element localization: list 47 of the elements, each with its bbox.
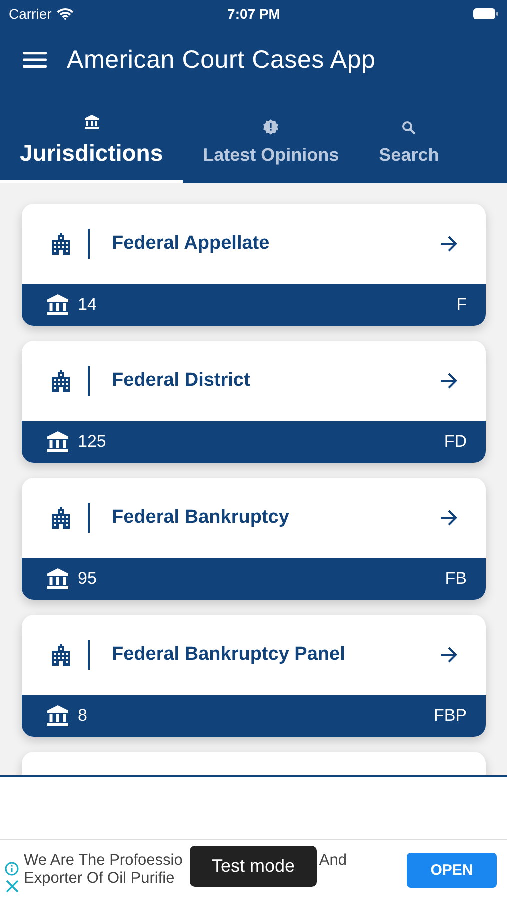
arrow-right-icon: [440, 647, 458, 663]
court-count: 14: [78, 295, 98, 315]
jurisdiction-code: FBP: [434, 706, 467, 726]
info-icon[interactable]: [5, 862, 19, 876]
carrier-label: Carrier: [9, 6, 52, 22]
alert-badge-icon: [263, 119, 280, 135]
jurisdiction-code: F: [456, 295, 467, 315]
jurisdiction-name: Federal Bankruptcy Panel: [112, 644, 346, 666]
battery-icon: [472, 8, 499, 20]
menu-button[interactable]: [23, 51, 47, 69]
jurisdiction-card[interactable]: Federal District 125 FD: [22, 341, 486, 463]
bank-icon: [46, 704, 70, 728]
bank-icon: [84, 114, 100, 130]
jurisdiction-name: Federal Appellate: [112, 233, 271, 255]
court-count: 125: [78, 432, 108, 452]
building-icon: [50, 644, 72, 666]
building-icon: [50, 507, 72, 529]
bank-icon: [46, 567, 70, 591]
jurisdiction-code: FD: [444, 432, 467, 452]
search-icon: [402, 121, 416, 135]
arrow-right-icon: [440, 373, 458, 389]
bank-icon: [46, 293, 70, 317]
jurisdiction-card[interactable]: Federal Appellate 14 F: [22, 204, 486, 326]
ad-text: And: [319, 852, 347, 870]
jurisdiction-name: Federal District: [112, 370, 252, 392]
arrow-right-icon: [440, 510, 458, 526]
ad-text: Exporter Of Oil Purifie: [24, 870, 176, 888]
jurisdiction-code: FB: [445, 569, 467, 589]
close-icon[interactable]: [6, 880, 18, 892]
building-icon: [50, 370, 72, 392]
court-count: 95: [78, 569, 98, 589]
building-icon: [50, 233, 72, 255]
jurisdiction-card[interactable]: Federal Bankruptcy Panel 8 FBP: [22, 615, 486, 737]
arrow-right-icon: [440, 236, 458, 252]
app-title: American Court Cases App: [67, 46, 376, 74]
tab[interactable]: Latest Opinions: [183, 92, 360, 183]
test-mode-toast: Test mode: [190, 846, 317, 887]
tab[interactable]: Search: [359, 92, 460, 183]
clock: 7:07 PM: [228, 6, 280, 22]
jurisdiction-card[interactable]: Federal Bankruptcy 95 FB: [22, 478, 486, 600]
jurisdiction-name: Federal Bankruptcy: [112, 507, 290, 529]
bank-icon: [46, 430, 70, 454]
open-button[interactable]: OPEN: [407, 852, 497, 888]
court-count: 8: [78, 706, 88, 726]
menu-icon: [23, 51, 47, 69]
ad-text: We Are The Profoessio: [24, 852, 183, 870]
wifi-icon: [56, 8, 74, 20]
